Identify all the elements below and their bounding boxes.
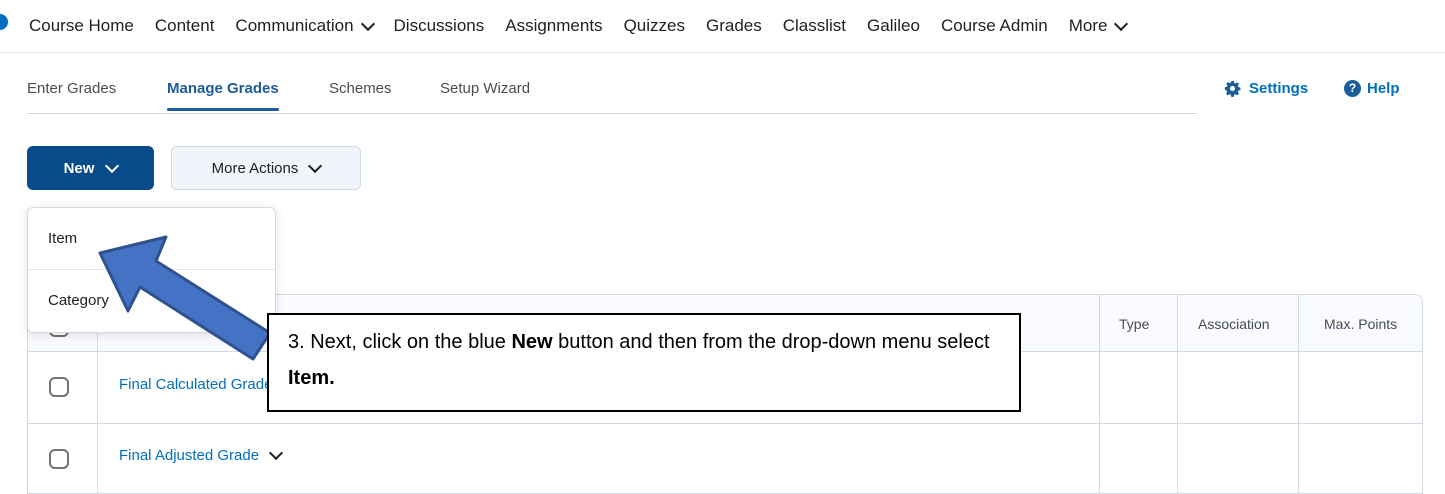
tab-schemes[interactable]: Schemes [329,80,392,97]
more-actions-label: More Actions [211,159,299,177]
column-header-association: Association [1198,316,1270,332]
instruction-callout: 3. Next, click on the blue New button an… [267,313,1021,412]
column-divider [1177,295,1178,493]
nav-classlist[interactable]: Classlist [783,16,846,36]
nav-more-label: More [1068,16,1108,35]
nav-course-admin[interactable]: Course Admin [941,16,1048,36]
nav-communication[interactable]: Communication [235,16,375,36]
nav-more[interactable]: More [1068,16,1129,36]
callout-text-middle: button and then from the drop-down menu … [552,331,990,353]
nav-grades[interactable]: Grades [706,16,762,36]
nav-galileo[interactable]: Galileo [867,16,920,36]
row-checkbox[interactable] [49,449,69,469]
column-divider [1099,295,1100,493]
help-label: Help [1367,80,1400,97]
grades-subtabs: Enter Grades Manage Grades Schemes Setup… [27,53,1197,114]
column-header-type: Type [1119,316,1150,332]
nav-course-home[interactable]: Course Home [29,16,134,36]
grade-item-link[interactable]: Final Calculated Grade [119,376,272,393]
grade-item-label: Final Adjusted Grade [119,447,260,464]
table-row: Final Adjusted Grade [28,423,1422,493]
nav-communication-label: Communication [235,16,354,35]
course-logo-icon[interactable] [0,14,8,30]
chevron-down-icon [360,16,375,31]
callout-text-new: New [511,331,553,353]
callout-text-item: Item. [288,367,335,389]
nav-assignments[interactable]: Assignments [505,16,602,36]
help-link[interactable]: ? Help [1344,80,1400,97]
gear-icon [1224,80,1241,97]
nav-discussions[interactable]: Discussions [394,16,485,36]
callout-text-prefix: 3. Next, click on the blue [288,331,512,353]
help-icon: ? [1344,80,1361,97]
chevron-down-icon[interactable] [269,445,284,461]
column-divider [1298,295,1299,493]
tab-manage-grades[interactable]: Manage Grades [167,80,279,111]
course-navbar: Course Home Content Communication Discus… [0,0,1445,53]
settings-link[interactable]: Settings [1224,80,1308,97]
settings-label: Settings [1249,80,1309,97]
tab-setup-wizard[interactable]: Setup Wizard [440,80,530,97]
row-checkbox[interactable] [49,377,69,397]
chevron-down-icon [105,158,120,173]
course-nav-list: Course Home Content Communication Discus… [29,0,1147,52]
new-button[interactable]: New [27,146,154,190]
nav-content[interactable]: Content [155,16,215,36]
chevron-down-icon [308,158,323,173]
grade-item-link[interactable]: Final Adjusted Grade [119,445,284,464]
more-actions-button[interactable]: More Actions [171,146,361,190]
column-header-max-points: Max. Points [1324,316,1398,332]
nav-quizzes[interactable]: Quizzes [624,16,685,36]
chevron-down-icon [1114,16,1129,31]
tab-enter-grades[interactable]: Enter Grades [27,80,116,97]
new-button-label: New [63,159,95,177]
